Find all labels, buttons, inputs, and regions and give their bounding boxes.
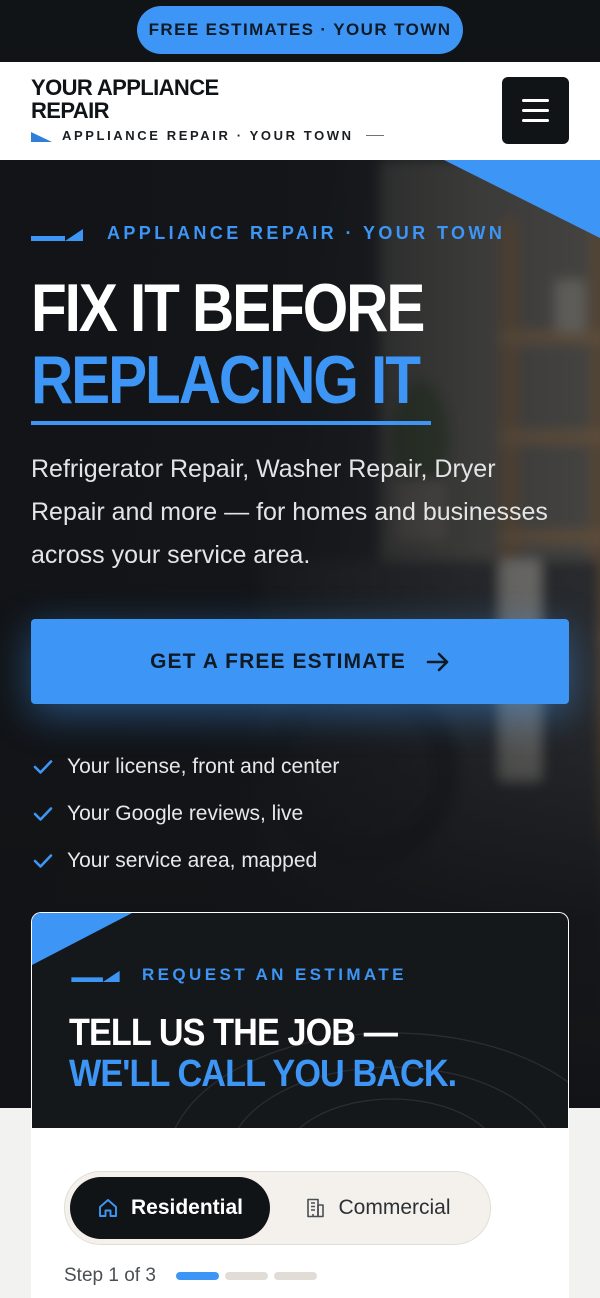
step-indicator-3 [273,1272,317,1280]
headline-line2: REPLACING IT [31,342,421,418]
hero-subtitle: Refrigerator Repair, Washer Repair, Drye… [31,455,548,569]
get-free-estimate-button[interactable]: GET A FREE ESTIMATE [31,619,569,704]
estimate-title: TELL US THE JOB — WE'LL CALL YOU BACK. [69,1012,457,1095]
headline-line1: FIX IT BEFORE [31,270,425,346]
building-icon [307,1198,325,1218]
hero-eyebrow-text: APPLIANCE REPAIR · YOUR TOWN [107,223,506,243]
feature-checklist: Your license, front and center Your Goog… [33,743,339,884]
checklist-text: Your Google reviews, live [67,801,304,825]
checklist-item: Your license, front and center [33,743,339,790]
headline-underline [31,421,431,425]
step-indicator-2 [224,1272,268,1280]
customer-type-toggle: Residential Commercial [64,1171,491,1245]
arrow-right-icon [426,652,449,671]
checklist-item: Your Google reviews, live [33,790,339,837]
checklist-text: Your license, front and center [67,754,340,778]
home-icon [99,1199,117,1217]
card-corner-accent [32,913,132,965]
checklist-item: Your service area, mapped [33,837,339,884]
estimate-form-card: REQUEST AN ESTIMATE TELL US THE JOB — WE… [31,912,569,1298]
checkmark-icon [33,853,53,868]
eyebrow-slash-icon [31,228,83,241]
checkmark-icon [33,806,53,821]
free-estimates-badge[interactable]: FREE ESTIMATES · YOUR TOWN [137,6,463,54]
hamburger-menu-icon [522,99,549,102]
step-progress: Step 1 of 3 [64,1265,323,1287]
estimate-eyebrow: REQUEST AN ESTIMATE [69,965,407,985]
commercial-option[interactable]: Commercial [270,1177,485,1239]
commercial-label: Commercial [338,1196,451,1219]
logo-slash-icon [31,131,52,142]
estimate-eyebrow-text: REQUEST AN ESTIMATE [142,965,407,984]
hero-eyebrow: APPLIANCE REPAIR · YOUR TOWN [31,223,505,244]
site-header: YOUR APPLIANCE REPAIR APPLIANCE REPAIR ·… [0,62,600,160]
promo-bar: FREE ESTIMATES · YOUR TOWN [0,0,600,62]
logo-tagline: APPLIANCE REPAIR · YOUR TOWN [62,128,354,143]
eyebrow-slash-icon [71,970,120,982]
checklist-text: Your service area, mapped [67,848,318,872]
estimate-card-header: REQUEST AN ESTIMATE TELL US THE JOB — WE… [32,913,568,1128]
residential-label: Residential [130,1196,244,1219]
checkmark-icon [33,759,53,774]
estimate-title-line2: WE'LL CALL YOU BACK. [69,1053,457,1095]
logo-dash [365,135,384,136]
menu-button[interactable] [502,77,569,144]
hero-headline: FIX IT BEFORE REPLACING IT [31,270,425,418]
step-counter: Step 1 of 3 [64,1265,156,1286]
logo-subline: APPLIANCE REPAIR · YOUR TOWN [31,128,384,143]
step-indicator-1 [175,1272,219,1280]
cta-label: GET A FREE ESTIMATE [150,649,406,673]
logo-title[interactable]: YOUR APPLIANCE REPAIR [31,76,231,122]
estimate-title-line1: TELL US THE JOB — [69,1012,398,1054]
residential-option[interactable]: Residential [70,1177,270,1239]
